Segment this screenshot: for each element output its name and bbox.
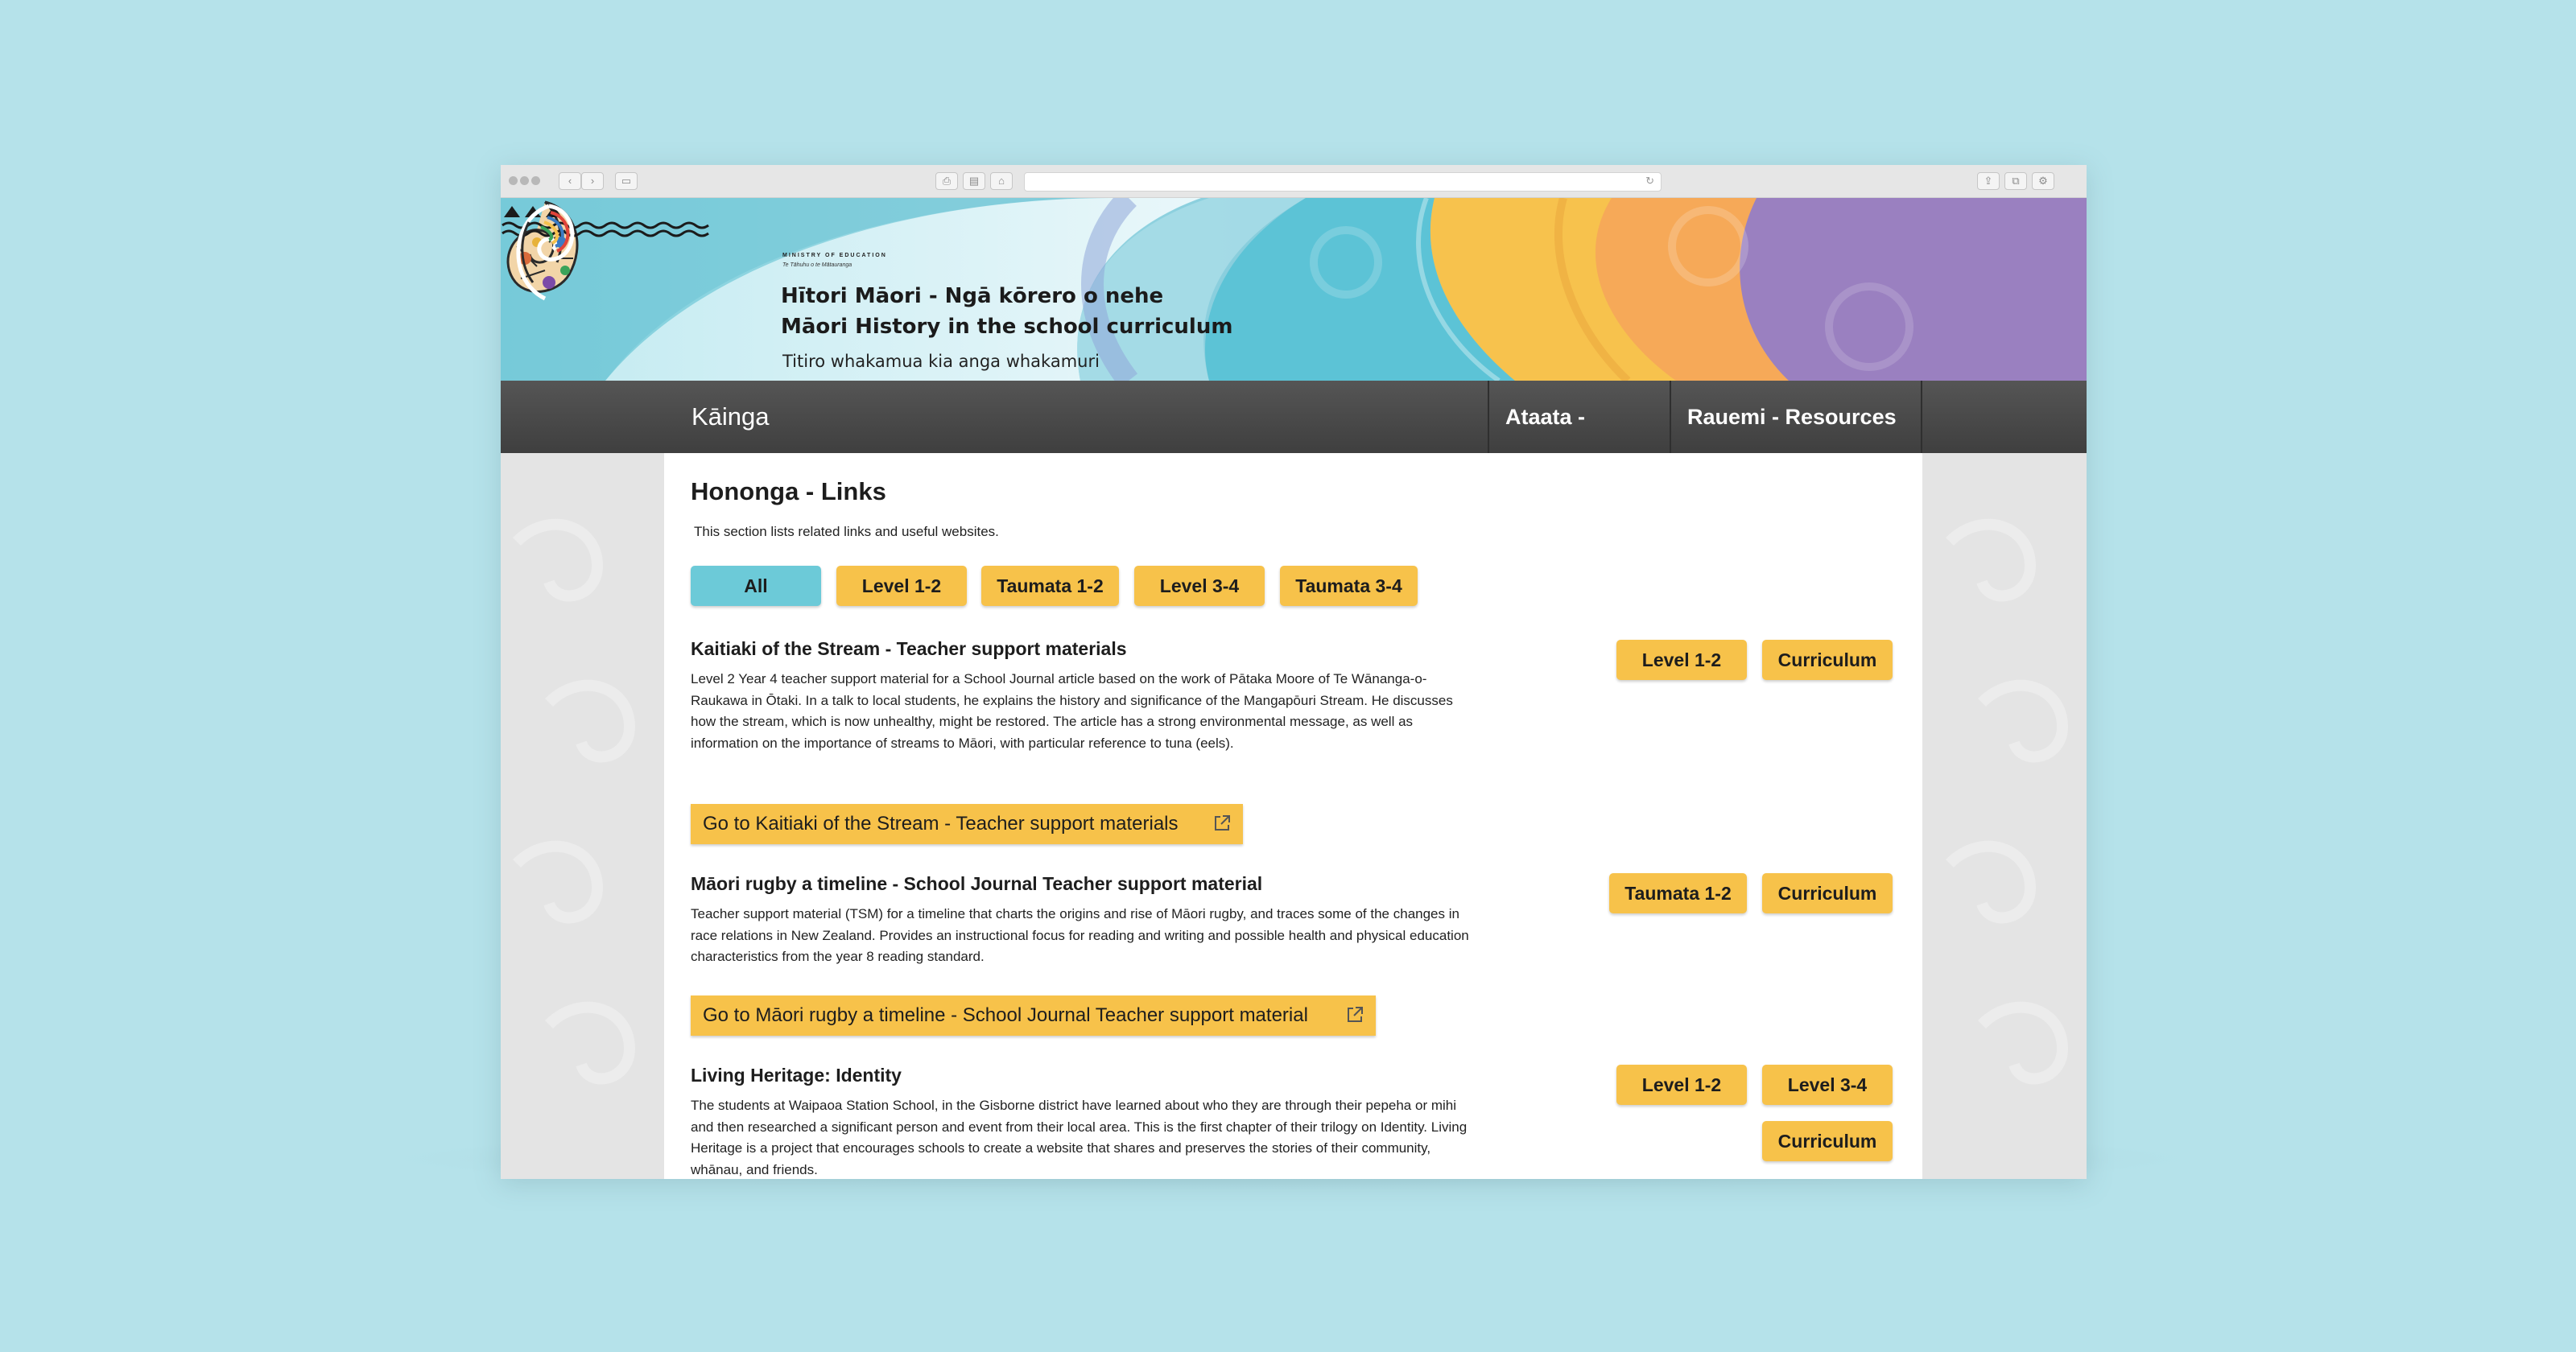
site-title-english[interactable]: Māori History in the school curriculum (781, 315, 1232, 339)
filter-all[interactable]: All (691, 566, 821, 606)
entry-description: Teacher support material (TSM) for a tim… (691, 906, 1469, 964)
banner-artwork (501, 198, 2087, 381)
browser-toolbar: ‹ › ▭ ⎙ ▤ ⌂ ↻ ⇪ ⧉ ⚙ (501, 165, 2087, 198)
entry-tag-level-1-2[interactable]: Level 1-2 (1616, 1065, 1747, 1105)
page-intro: This section lists related links and use… (694, 524, 999, 539)
entry-title: Living Heritage: Identity (691, 1065, 902, 1086)
nav-resources-label: Rauemi - Resources (1687, 405, 1897, 429)
back-button[interactable]: ‹ (559, 172, 581, 190)
address-bar[interactable]: ↻ (1024, 172, 1662, 192)
window-dot-icon[interactable] (509, 176, 518, 185)
entry-link-button[interactable]: Go to Kaitiaki of the Stream - Teacher s… (691, 804, 1243, 844)
external-link-icon (1348, 1007, 1363, 1022)
entry-link-button[interactable]: Go to Māori rugby a timeline - School Jo… (691, 995, 1376, 1036)
entry-description: Level 2 Year 4 teacher support material … (691, 671, 1453, 751)
nav-resources-dropdown[interactable]: Rauemi - Resources (1670, 381, 1922, 495)
nav-home-link[interactable]: Kāinga (691, 381, 770, 453)
sidebar-toggle-icon[interactable]: ▭ (615, 172, 638, 190)
ministry-maori-name: Te Tāhuhu o te Mātauranga (782, 262, 852, 268)
external-link-icon (1215, 815, 1230, 831)
reload-icon[interactable]: ↻ (1645, 175, 1654, 188)
filter-level-1-2[interactable]: Level 1-2 (836, 566, 967, 606)
tabs-icon[interactable]: ⧉ (2004, 172, 2027, 190)
forward-button[interactable]: › (581, 172, 604, 190)
page-title: Hononga - Links (691, 477, 886, 505)
entry-description: The students at Waipaoa Station School, … (691, 1098, 1468, 1177)
print-icon[interactable]: ⎙ (935, 172, 958, 190)
settings-icon[interactable]: ⚙ (2032, 172, 2054, 190)
entry-link-label: Go to Kaitiaki of the Stream - Teacher s… (703, 813, 1179, 835)
filter-level-3-4[interactable]: Level 3-4 (1134, 566, 1265, 606)
home-icon[interactable]: ⌂ (990, 172, 1013, 190)
reader-icon[interactable]: ▤ (963, 172, 985, 190)
koru-icon (516, 204, 575, 301)
window-dot-icon[interactable] (520, 176, 529, 185)
entry-tag-curriculum[interactable]: Curriculum (1762, 873, 1893, 913)
filter-taumata-3-4[interactable]: Taumata 3-4 (1280, 566, 1418, 606)
window-dot-icon[interactable] (531, 176, 540, 185)
share-icon[interactable]: ⇪ (1977, 172, 2000, 190)
site-title-maori[interactable]: Hītori Māori - Ngā kōrero o nehe (781, 284, 1163, 308)
main-nav: Kāinga Ataata - Videos Rauemi - Resource… (501, 381, 2087, 501)
entry-tag-curriculum[interactable]: Curriculum (1762, 640, 1893, 680)
entry-title: Kaitiaki of the Stream - Teacher support… (691, 638, 1127, 659)
entry-tag-curriculum[interactable]: Curriculum (1762, 1121, 1893, 1161)
entry-tag-level-3-4[interactable]: Level 3-4 (1762, 1065, 1893, 1105)
entry-tag-taumata-1-2[interactable]: Taumata 1-2 (1609, 873, 1747, 913)
filter-taumata-1-2[interactable]: Taumata 1-2 (981, 566, 1119, 606)
main-content: Hononga - Links This section lists relat… (664, 453, 1922, 1179)
browser-window: ‹ › ▭ ⎙ ▤ ⌂ ↻ ⇪ ⧉ ⚙ MINISTRY OF EDUCATIO… (501, 165, 2087, 1179)
entry-title: Māori rugby a timeline - School Journal … (691, 873, 1263, 894)
ministry-name: MINISTRY OF EDUCATION (782, 253, 887, 258)
entry-link-label: Go to Māori rugby a timeline - School Jo… (703, 1004, 1308, 1026)
nav-videos-link[interactable]: Ataata - Videos (1488, 381, 1670, 501)
entry-tag-level-1-2[interactable]: Level 1-2 (1616, 640, 1747, 680)
site-banner: MINISTRY OF EDUCATION Te Tāhuhu o te Māt… (501, 198, 2087, 381)
site-tagline: Titiro whakamua kia anga whakamuri (782, 352, 1100, 371)
